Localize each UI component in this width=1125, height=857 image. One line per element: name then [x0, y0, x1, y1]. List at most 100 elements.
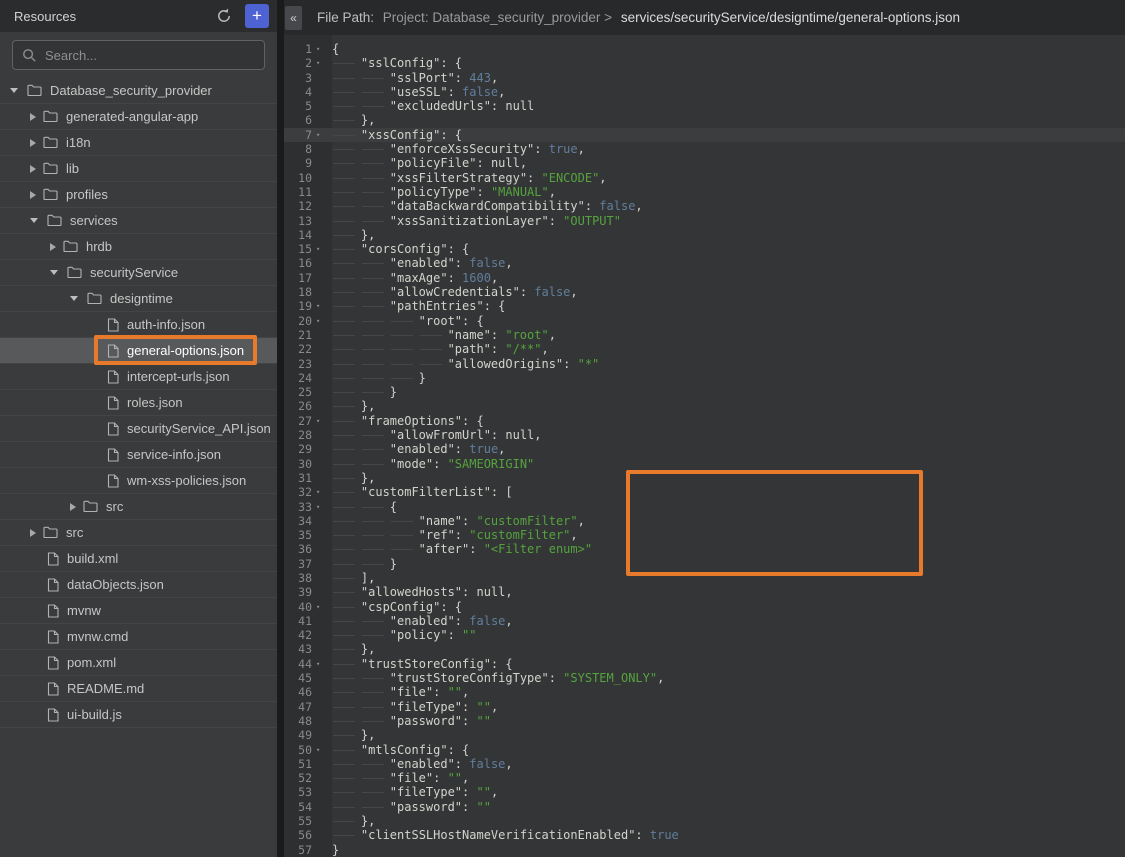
tree-item-database-security-provider[interactable]: Database_security_provider [0, 78, 277, 104]
code-line[interactable]: 49}, [284, 728, 1125, 742]
code-line[interactable]: 46"file": "", [284, 685, 1125, 699]
code-line[interactable]: 5"excludedUrls": null [284, 99, 1125, 113]
tree-item-generated-angular-app[interactable]: generated-angular-app [0, 104, 277, 130]
code-line[interactable]: 41"enabled": false, [284, 614, 1125, 628]
code-line[interactable]: 27▾"frameOptions": { [284, 414, 1125, 428]
code-line[interactable]: 16"enabled": false, [284, 256, 1125, 270]
fold-toggle-icon[interactable]: ▾ [312, 485, 332, 499]
code-line[interactable]: 30"mode": "SAMEORIGIN" [284, 457, 1125, 471]
tree-item-general-options-json[interactable]: general-options.json [0, 338, 277, 364]
code-line[interactable]: 29"enabled": true, [284, 442, 1125, 456]
code-line[interactable]: 34"name": "customFilter", [284, 514, 1125, 528]
tree-item-pom-xml[interactable]: pom.xml [0, 650, 277, 676]
code-line[interactable]: 9"policyFile": null, [284, 156, 1125, 170]
chevron-right-icon[interactable] [30, 113, 36, 121]
code-line[interactable]: 14}, [284, 228, 1125, 242]
chevron-right-icon[interactable] [70, 503, 76, 511]
fold-toggle-icon[interactable]: ▾ [312, 500, 332, 514]
fold-toggle-icon[interactable]: ▾ [312, 56, 332, 70]
tree-item-auth-info-json[interactable]: auth-info.json [0, 312, 277, 338]
chevron-right-icon[interactable] [30, 165, 36, 173]
code-line[interactable]: 47"fileType": "", [284, 700, 1125, 714]
code-editor[interactable]: 1▾{2▾"sslConfig": {3"sslPort": 443,4"use… [284, 35, 1125, 857]
tree-item-profiles[interactable]: profiles [0, 182, 277, 208]
code-line[interactable]: 32▾"customFilterList": [ [284, 485, 1125, 499]
code-line[interactable]: 6}, [284, 113, 1125, 127]
tree-item-ui-build-js[interactable]: ui-build.js [0, 702, 277, 728]
code-line[interactable]: 15▾"corsConfig": { [284, 242, 1125, 256]
chevron-down-icon[interactable] [70, 296, 78, 301]
tree-item-dataobjects-json[interactable]: dataObjects.json [0, 572, 277, 598]
tree-item-services[interactable]: services [0, 208, 277, 234]
chevron-right-icon[interactable] [50, 243, 56, 251]
code-line[interactable]: 12"dataBackwardCompatibility": false, [284, 199, 1125, 213]
code-line[interactable]: 19▾"pathEntries": { [284, 299, 1125, 313]
code-line[interactable]: 42"policy": "" [284, 628, 1125, 642]
fold-toggle-icon[interactable]: ▾ [312, 128, 332, 142]
fold-toggle-icon[interactable]: ▾ [312, 299, 332, 313]
code-line[interactable]: 10"xssFilterStrategy": "ENCODE", [284, 171, 1125, 185]
search-input[interactable] [45, 48, 255, 63]
code-line[interactable]: 1▾{ [284, 42, 1125, 56]
code-line[interactable]: 48"password": "" [284, 714, 1125, 728]
fold-toggle-icon[interactable]: ▾ [312, 600, 332, 614]
fold-toggle-icon[interactable]: ▾ [312, 743, 332, 757]
tree-item-roles-json[interactable]: roles.json [0, 390, 277, 416]
code-line[interactable]: 56"clientSSLHostNameVerificationEnabled"… [284, 828, 1125, 842]
chevron-down-icon[interactable] [50, 270, 58, 275]
code-line[interactable]: 50▾"mtlsConfig": { [284, 743, 1125, 757]
code-line[interactable]: 17"maxAge": 1600, [284, 271, 1125, 285]
fold-toggle-icon[interactable]: ▾ [312, 242, 332, 256]
fold-toggle-icon[interactable]: ▾ [312, 42, 332, 56]
tree-item-securityservice-api-json[interactable]: securityService_API.json [0, 416, 277, 442]
code-line[interactable]: 39"allowedHosts": null, [284, 585, 1125, 599]
code-line[interactable]: 13"xssSanitizationLayer": "OUTPUT" [284, 214, 1125, 228]
code-line[interactable]: 23"allowedOrigins": "*" [284, 357, 1125, 371]
code-line[interactable]: 7▾"xssConfig": { [284, 128, 1125, 142]
code-line[interactable]: 52"file": "", [284, 771, 1125, 785]
fold-toggle-icon[interactable]: ▾ [312, 657, 332, 671]
tree-item-src[interactable]: src [0, 520, 277, 546]
code-line[interactable]: 53"fileType": "", [284, 785, 1125, 799]
code-line[interactable]: 38], [284, 571, 1125, 585]
code-line[interactable]: 31}, [284, 471, 1125, 485]
code-line[interactable]: 28"allowFromUrl": null, [284, 428, 1125, 442]
code-line[interactable]: 20▾"root": { [284, 314, 1125, 328]
tree-item-readme-md[interactable]: README.md [0, 676, 277, 702]
tree-item-designtime[interactable]: designtime [0, 286, 277, 312]
collapse-sidebar-button[interactable]: « [285, 6, 302, 30]
code-line[interactable]: 43}, [284, 642, 1125, 656]
code-line[interactable]: 57} [284, 843, 1125, 857]
tree-item-mvnw[interactable]: mvnw [0, 598, 277, 624]
code-line[interactable]: 21"name": "root", [284, 328, 1125, 342]
code-line[interactable]: 2▾"sslConfig": { [284, 56, 1125, 70]
code-line[interactable]: 40▾"cspConfig": { [284, 600, 1125, 614]
code-line[interactable]: 45"trustStoreConfigType": "SYSTEM_ONLY", [284, 671, 1125, 685]
code-line[interactable]: 54"password": "" [284, 800, 1125, 814]
tree-item-i18n[interactable]: i18n [0, 130, 277, 156]
fold-toggle-icon[interactable]: ▾ [312, 414, 332, 428]
code-line[interactable]: 18"allowCredentials": false, [284, 285, 1125, 299]
add-resource-button[interactable]: + [245, 4, 269, 28]
tree-item-service-info-json[interactable]: service-info.json [0, 442, 277, 468]
code-line[interactable]: 22"path": "/**", [284, 342, 1125, 356]
code-line[interactable]: 55}, [284, 814, 1125, 828]
code-line[interactable]: 44▾"trustStoreConfig": { [284, 657, 1125, 671]
chevron-down-icon[interactable] [10, 88, 18, 93]
code-line[interactable]: 37} [284, 557, 1125, 571]
code-line[interactable]: 11"policyType": "MANUAL", [284, 185, 1125, 199]
panel-divider[interactable] [277, 0, 284, 857]
tree-item-securityservice[interactable]: securityService [0, 260, 277, 286]
code-line[interactable]: 8"enforceXssSecurity": true, [284, 142, 1125, 156]
code-line[interactable]: 51"enabled": false, [284, 757, 1125, 771]
tree-item-hrdb[interactable]: hrdb [0, 234, 277, 260]
refresh-button[interactable] [213, 5, 235, 27]
tree-item-src[interactable]: src [0, 494, 277, 520]
fold-toggle-icon[interactable]: ▾ [312, 314, 332, 328]
tree-item-intercept-urls-json[interactable]: intercept-urls.json [0, 364, 277, 390]
tree-item-wm-xss-policies-json[interactable]: wm-xss-policies.json [0, 468, 277, 494]
chevron-right-icon[interactable] [30, 529, 36, 537]
code-line[interactable]: 24} [284, 371, 1125, 385]
tree-item-mvnw-cmd[interactable]: mvnw.cmd [0, 624, 277, 650]
code-line[interactable]: 33▾{ [284, 500, 1125, 514]
